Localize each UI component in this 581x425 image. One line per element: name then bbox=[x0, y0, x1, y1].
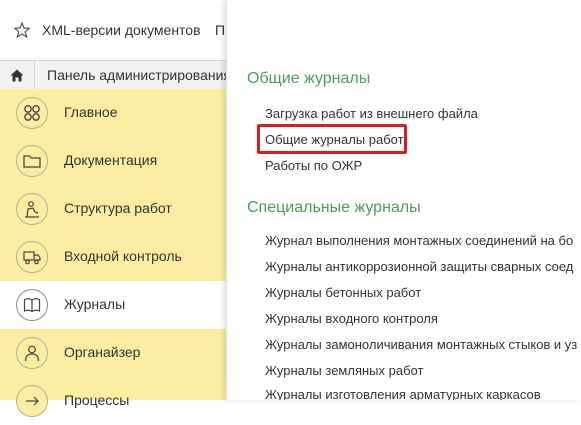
special-journal-link[interactable]: Журналы входного контроля bbox=[265, 311, 438, 326]
special-journal-link[interactable]: Журналы бетонных работ bbox=[265, 285, 421, 300]
sidebar-item-documentation[interactable]: Документация bbox=[0, 137, 230, 185]
special-journals-heading: Специальные журналы bbox=[247, 199, 421, 216]
folder-icon bbox=[16, 145, 48, 177]
sidebar-item-label: Структура работ bbox=[64, 200, 172, 216]
highlight-box: Общие журналы работ bbox=[257, 124, 407, 154]
special-journal-link[interactable]: Журналы земляных работ bbox=[265, 363, 423, 378]
sidebar-item-label: Входной контроль bbox=[64, 248, 182, 264]
journals-panel: Общие журналы Загрузка работ из внешнего… bbox=[226, 0, 581, 400]
sidebar-item-label: Журналы bbox=[64, 296, 126, 312]
general-journals-heading: Общие журналы bbox=[247, 70, 371, 87]
admin-panel-link[interactable]: Панель администрирования bbox=[47, 67, 231, 83]
special-journal-link[interactable]: Журналы антикоррозионной защиты сварных … bbox=[265, 259, 573, 274]
sidebar-item-label: Документация bbox=[64, 152, 158, 168]
sidebar: Главное Документация Структура работ Вхо… bbox=[0, 89, 230, 417]
special-journal-link[interactable]: Журналы замоноличивания монтажных стыков… bbox=[265, 337, 577, 352]
ojr-works-link[interactable]: Работы по ОЖР bbox=[265, 158, 362, 173]
sidebar-item-organizer[interactable]: Органайзер bbox=[0, 329, 230, 377]
sidebar-item-label: Главное bbox=[64, 104, 118, 120]
special-journal-link[interactable]: Журнал выполнения монтажных соединений н… bbox=[265, 233, 573, 248]
sidebar-item-journals[interactable]: Журналы bbox=[0, 281, 230, 329]
admin-bar: Панель администрирования bbox=[0, 60, 231, 90]
worker-icon bbox=[16, 193, 48, 225]
sidebar-item-work-structure[interactable]: Структура работ bbox=[0, 185, 230, 233]
sidebar-item-processes[interactable]: Процессы bbox=[0, 377, 230, 425]
grid-icon bbox=[16, 97, 48, 129]
truck-icon bbox=[16, 241, 48, 273]
general-work-journals-link[interactable]: Общие журналы работ bbox=[265, 132, 404, 147]
star-icon[interactable] bbox=[14, 22, 30, 38]
sidebar-item-label: Процессы bbox=[64, 392, 130, 408]
sidebar-item-label: Органайзер bbox=[64, 344, 141, 360]
process-icon bbox=[16, 385, 48, 417]
sidebar-item-incoming-control[interactable]: Входной контроль bbox=[0, 233, 230, 281]
load-works-from-file-link[interactable]: Загрузка работ из внешнего файла bbox=[265, 106, 478, 121]
home-icon bbox=[10, 69, 24, 81]
special-journal-link[interactable]: Журналы изготовления арматурных каркасов bbox=[265, 387, 541, 400]
home-button[interactable] bbox=[0, 61, 35, 89]
person-icon bbox=[16, 337, 48, 369]
truncated-tab-label[interactable]: П bbox=[215, 22, 225, 38]
window-title: XML-версии документов bbox=[42, 22, 201, 38]
book-icon bbox=[16, 289, 48, 321]
sidebar-item-main[interactable]: Главное bbox=[0, 89, 230, 137]
top-bar: XML-версии документов П bbox=[0, 0, 230, 60]
